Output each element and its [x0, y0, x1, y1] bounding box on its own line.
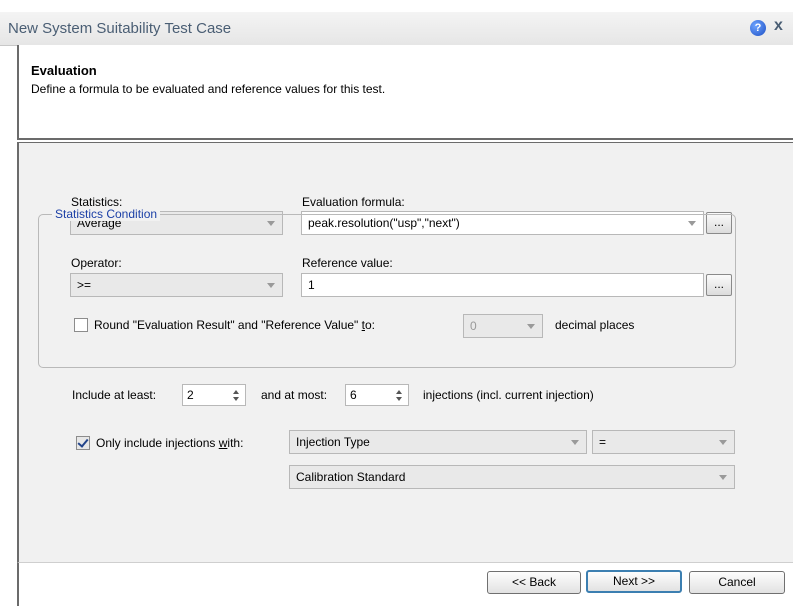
statistics-condition-legend: Statistics Condition: [52, 207, 161, 221]
only-include-checkbox[interactable]: [76, 436, 90, 450]
next-button[interactable]: Next >>: [586, 570, 682, 593]
page-description: Define a formula to be evaluated and ref…: [31, 82, 386, 96]
stepper-up-icon[interactable]: [233, 390, 239, 394]
title-bar: New System Suitability Test Case ? x: [0, 12, 793, 46]
filter-value-text: Calibration Standard: [296, 470, 406, 484]
filter-operator-value: =: [599, 435, 607, 449]
back-button[interactable]: << Back: [487, 571, 581, 594]
chevron-down-icon: [571, 440, 579, 445]
filter-field-value: Injection Type: [296, 435, 370, 449]
injections-suffix-label: injections (incl. current injection): [423, 388, 594, 402]
and-at-most-label: and at most:: [261, 388, 328, 402]
statistics-condition-group: [38, 214, 736, 368]
stepper-down-icon[interactable]: [233, 397, 239, 401]
checkmark-icon: [77, 436, 89, 448]
filter-operator-dropdown[interactable]: =: [592, 430, 735, 454]
close-icon[interactable]: x: [774, 17, 783, 35]
chevron-down-icon: [719, 475, 727, 480]
filter-value-dropdown[interactable]: Calibration Standard: [289, 465, 735, 489]
cancel-button[interactable]: Cancel: [689, 571, 785, 594]
max-injections-stepper[interactable]: 6: [345, 384, 409, 406]
chevron-down-icon: [719, 440, 727, 445]
help-icon[interactable]: ?: [750, 20, 766, 36]
include-at-least-label: Include at least:: [72, 388, 157, 402]
header-panel: Evaluation Define a formula to be evalua…: [17, 45, 793, 140]
min-injections-value: 2: [187, 388, 194, 402]
only-include-label: Only include injections with:: [96, 436, 244, 450]
max-injections-value: 6: [350, 388, 357, 402]
stepper-up-icon[interactable]: [396, 390, 402, 394]
min-injections-stepper[interactable]: 2: [182, 384, 246, 406]
page-heading: Evaluation: [31, 63, 97, 78]
filter-field-dropdown[interactable]: Injection Type: [289, 430, 587, 454]
stepper-down-icon[interactable]: [396, 397, 402, 401]
evaluation-formula-label: Evaluation formula:: [302, 195, 405, 209]
window-title: New System Suitability Test Case: [8, 20, 232, 37]
